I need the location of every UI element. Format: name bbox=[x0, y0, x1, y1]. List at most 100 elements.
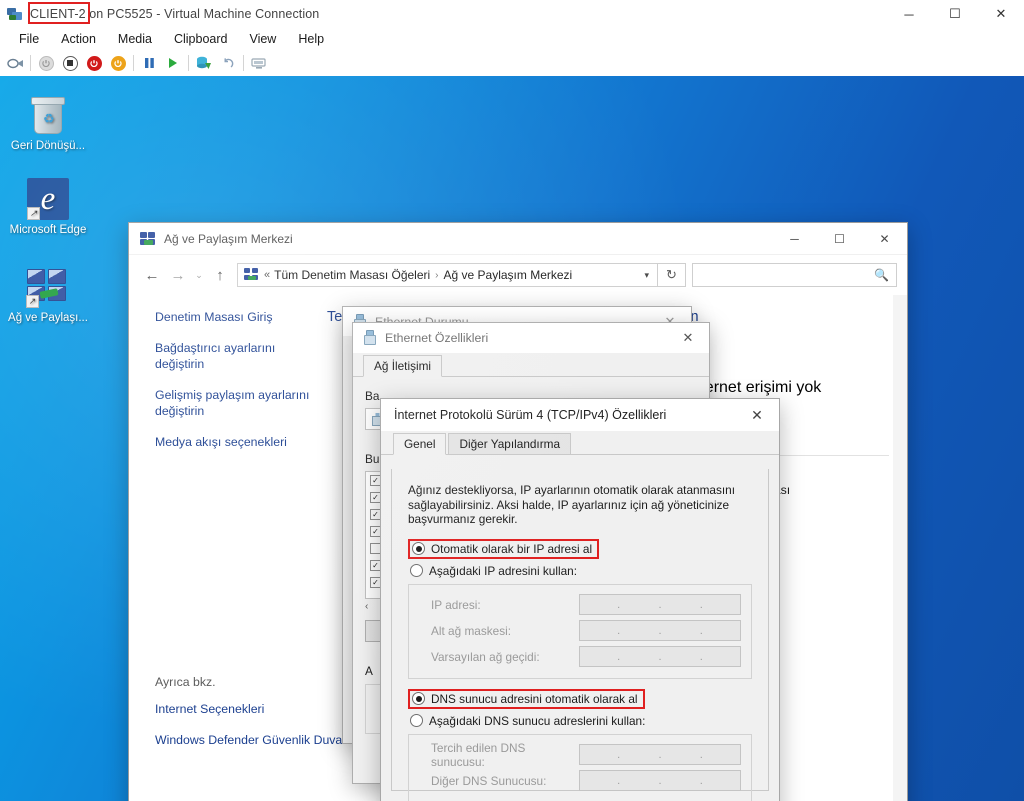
vm-window-controls: ─ ☐ ✕ bbox=[886, 0, 1024, 28]
nsc-minimize-button[interactable]: ─ bbox=[772, 223, 817, 255]
vm-menubar: File Action Media Clipboard View Help bbox=[0, 28, 1024, 50]
sidebar-item-control-panel-home[interactable]: Denetim Masası Giriş bbox=[155, 309, 319, 325]
nsc-titlebar: Ağ ve Paylaşım Merkezi ─ ☐ ✕ bbox=[129, 223, 907, 255]
power-on-icon[interactable] bbox=[106, 52, 130, 74]
network-sharing-icon bbox=[139, 231, 157, 247]
radio-row-auto-dns[interactable]: DNS sunucu adresini otomatik olarak al bbox=[408, 688, 752, 709]
recycle-bin-icon: ♻ bbox=[0, 90, 96, 136]
enhanced-session-icon[interactable] bbox=[247, 52, 271, 74]
power-off-icon[interactable] bbox=[82, 52, 106, 74]
ipv4-description: Ağınız destekliyorsa, IP ayarlarının oto… bbox=[408, 483, 735, 526]
ip-dot: . bbox=[617, 748, 621, 761]
search-input[interactable] bbox=[693, 267, 868, 283]
vm-toolbar bbox=[0, 50, 1024, 76]
back-button[interactable]: ← bbox=[139, 262, 165, 288]
turnoff-icon[interactable] bbox=[58, 52, 82, 74]
menu-help[interactable]: Help bbox=[287, 30, 335, 48]
shutdown-icon[interactable] bbox=[34, 52, 58, 74]
eth-props-close-button[interactable]: ✕ bbox=[667, 323, 709, 353]
ipv4-titlebar: İnternet Protokolü Sürüm 4 (TCP/IPv4) Öz… bbox=[381, 399, 779, 431]
desktop-icon-label: Ağ ve Paylaşı... bbox=[8, 312, 88, 324]
shortcut-arrow-icon: ↗ bbox=[26, 295, 39, 308]
radio-auto-ip[interactable] bbox=[412, 542, 425, 555]
eth-props-tabstrip: Ağ İletişimi bbox=[353, 353, 709, 377]
nsc-maximize-button[interactable]: ☐ bbox=[817, 223, 862, 255]
default-gateway-input[interactable]: . . . bbox=[579, 646, 741, 667]
ip-dot: . bbox=[699, 650, 703, 663]
search-icon: 🔍 bbox=[874, 268, 889, 282]
tcpipv4-properties-dialog: İnternet Protokolü Sürüm 4 (TCP/IPv4) Öz… bbox=[380, 398, 780, 801]
dns-fields-group: Tercih edilen DNS sunucusu: . . . Diğer … bbox=[408, 733, 752, 801]
ethernet-icon bbox=[363, 330, 377, 346]
refresh-button[interactable]: ↻ bbox=[658, 263, 686, 287]
alternate-dns-input[interactable]: . . . bbox=[579, 770, 741, 791]
desktop-icon-network-sharing[interactable]: ↗ Ağ ve Paylaşı... bbox=[0, 262, 96, 325]
breadcrumb[interactable]: « Tüm Denetim Masası Öğeleri › Ağ ve Pay… bbox=[237, 263, 658, 287]
breadcrumb-part-1[interactable]: Ağ ve Paylaşım Merkezi bbox=[444, 268, 573, 282]
sidebar-item-advanced-sharing-settings[interactable]: Gelişmiş paylaşım ayarlarını değiştirin bbox=[155, 387, 319, 419]
ip-dot: . bbox=[658, 650, 662, 663]
chevron-down-icon[interactable]: ▾ bbox=[636, 270, 657, 281]
breadcrumb-network-icon bbox=[244, 268, 260, 282]
radio-auto-dns[interactable] bbox=[412, 692, 425, 705]
vm-maximize-button[interactable]: ☐ bbox=[932, 0, 978, 28]
radio-row-manual-ip[interactable]: Aşağıdaki IP adresini kullan: bbox=[408, 564, 752, 578]
start-icon[interactable] bbox=[161, 52, 185, 74]
toolbar-separator-4 bbox=[243, 55, 244, 71]
tab-diger-yapilandirma[interactable]: Diğer Yapılandırma bbox=[448, 433, 572, 454]
preferred-dns-input[interactable]: . . . bbox=[579, 744, 741, 765]
field-row-subnet-mask: Alt ağ maskesi: . . . bbox=[431, 618, 741, 644]
vm-title-text: CLIENT-2 on PC5525 - Virtual Machine Con… bbox=[30, 7, 320, 21]
vm-close-button[interactable]: ✕ bbox=[978, 0, 1024, 28]
ipv4-close-button[interactable]: ✕ bbox=[735, 399, 779, 431]
radio-auto-dns-label: DNS sunucu adresini otomatik olarak al bbox=[431, 691, 638, 706]
menu-media[interactable]: Media bbox=[107, 30, 163, 48]
desktop-icon-label: Geri Dönüşü... bbox=[10, 140, 86, 152]
ip-dot: . bbox=[658, 624, 662, 637]
field-row-preferred-dns: Tercih edilen DNS sunucusu: . . . bbox=[431, 741, 741, 769]
nsc-close-button[interactable]: ✕ bbox=[862, 223, 907, 255]
vm-minimize-button[interactable]: ─ bbox=[886, 0, 932, 28]
recent-locations-button[interactable]: ⌄ bbox=[191, 262, 207, 288]
radio-manual-ip[interactable] bbox=[410, 564, 423, 577]
menu-clipboard[interactable]: Clipboard bbox=[163, 30, 239, 48]
ip-dot: . bbox=[658, 774, 662, 787]
subnet-mask-input[interactable]: . . . bbox=[579, 620, 741, 641]
radio-row-manual-dns[interactable]: Aşağıdaki DNS sunucu adreslerini kullan: bbox=[408, 714, 752, 728]
menu-file[interactable]: File bbox=[8, 30, 50, 48]
nsc-window-controls: ─ ☐ ✕ bbox=[772, 223, 907, 255]
ipv4-title: İnternet Protokolü Sürüm 4 (TCP/IPv4) Öz… bbox=[394, 408, 667, 422]
tab-genel[interactable]: Genel bbox=[393, 433, 447, 455]
menu-action[interactable]: Action bbox=[50, 30, 107, 48]
vertical-scrollbar[interactable] bbox=[893, 295, 907, 801]
breadcrumb-part-0[interactable]: Tüm Denetim Masası Öğeleri bbox=[274, 268, 430, 282]
ip-address-input[interactable]: . . . bbox=[579, 594, 741, 615]
radio-row-auto-ip[interactable]: Otomatik olarak bir IP adresi al bbox=[408, 538, 752, 559]
breadcrumb-overflow-icon[interactable]: « bbox=[264, 269, 270, 281]
ip-dot: . bbox=[699, 624, 703, 637]
desktop-icon-microsoft-edge[interactable]: e ↗ Microsoft Edge bbox=[0, 174, 96, 237]
up-button[interactable]: ↑ bbox=[207, 262, 233, 288]
ip-dot: . bbox=[617, 598, 621, 611]
toolbar-separator bbox=[30, 55, 31, 71]
ip-dot: . bbox=[699, 598, 703, 611]
sidebar-item-media-streaming-options[interactable]: Medya akışı seçenekleri bbox=[155, 434, 319, 450]
radio-manual-dns[interactable] bbox=[410, 714, 423, 727]
pause-icon[interactable] bbox=[137, 52, 161, 74]
shortcut-arrow-icon: ↗ bbox=[27, 207, 40, 220]
sidebar-item-change-adapter-settings[interactable]: Bağdaştırıcı ayarlarını değiştirin bbox=[155, 340, 319, 372]
subnet-mask-label: Alt ağ maskesi: bbox=[431, 623, 511, 638]
ip-dot: . bbox=[617, 650, 621, 663]
checkpoint-icon[interactable] bbox=[192, 52, 216, 74]
alternate-dns-label: Diğer DNS Sunucusu: bbox=[431, 773, 547, 788]
default-gateway-label: Varsayılan ağ geçidi: bbox=[431, 649, 540, 664]
tab-network[interactable]: Ağ İletişimi bbox=[363, 355, 443, 377]
desktop-icon-recycle-bin[interactable]: ♻ Geri Dönüşü... bbox=[0, 90, 96, 153]
menu-view[interactable]: View bbox=[238, 30, 287, 48]
revert-icon[interactable] bbox=[216, 52, 240, 74]
search-box[interactable]: 🔍 bbox=[692, 263, 897, 287]
ctrl-alt-del-icon[interactable] bbox=[3, 52, 27, 74]
nsc-address-bar: ← → ⌄ ↑ « Tüm Denetim Masası Öğeleri › A… bbox=[129, 255, 907, 295]
forward-button[interactable]: → bbox=[165, 262, 191, 288]
eth-props-title: Ethernet Özellikleri bbox=[385, 331, 489, 345]
